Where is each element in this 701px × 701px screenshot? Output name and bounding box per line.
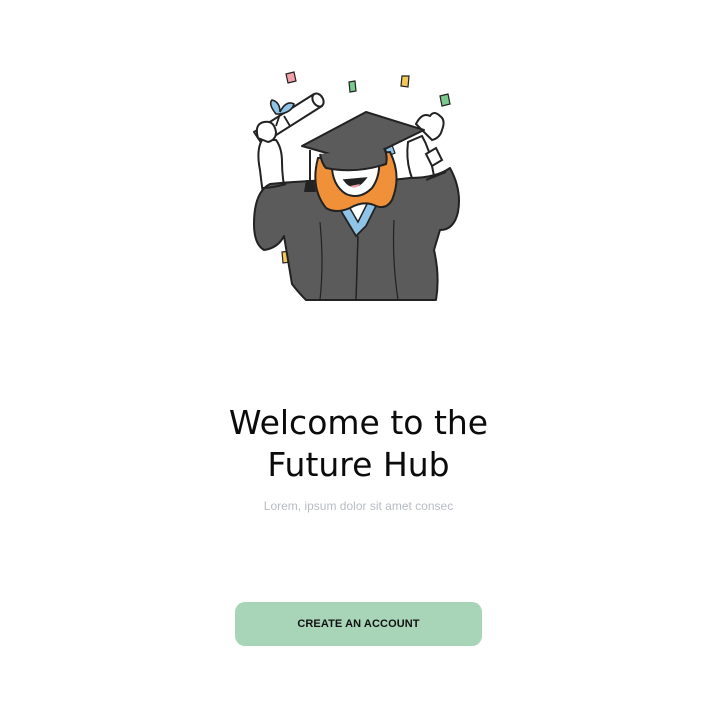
welcome-title-line-1: Welcome to the: [228, 403, 489, 442]
graduate-celebrating-illustration: [240, 62, 480, 312]
welcome-title: Welcome to the Future Hub: [0, 402, 701, 486]
welcome-subtitle: Lorem, ipsum dolor sit amet consec: [263, 499, 454, 513]
welcome-screen: Welcome to the Future Hub Lorem, ipsum d…: [0, 0, 701, 701]
welcome-title-line-2: Future Hub: [267, 445, 450, 484]
create-account-button[interactable]: CREATE AN ACCOUNT: [235, 602, 482, 646]
